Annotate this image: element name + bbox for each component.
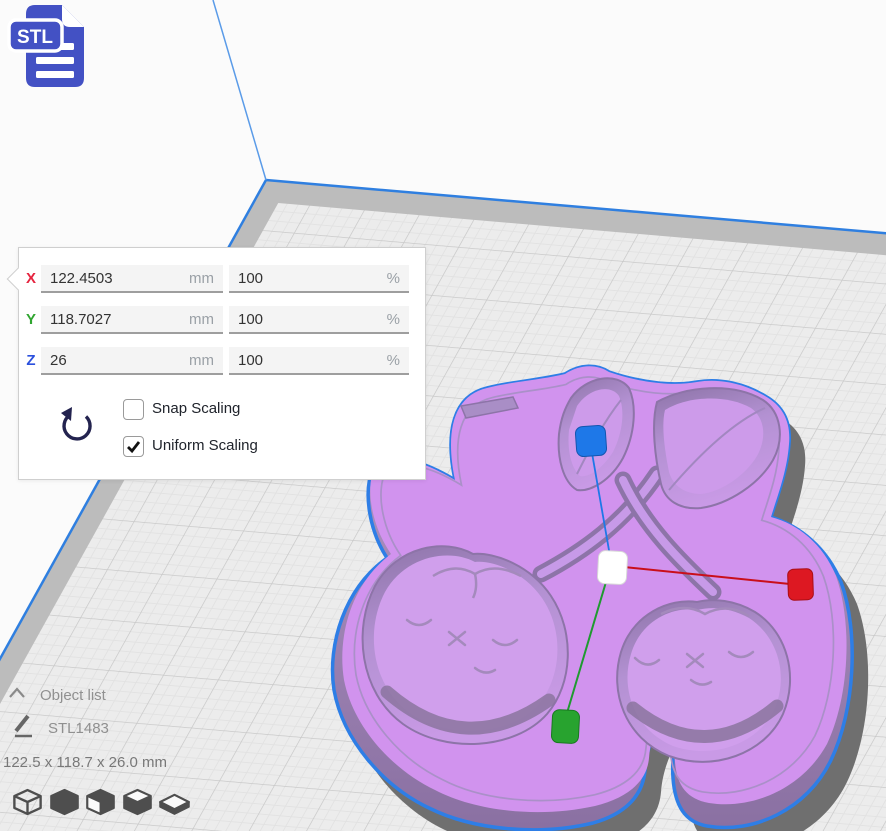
scale-handle-y[interactable]: [551, 709, 580, 743]
x-mm-unit: mm: [189, 270, 214, 287]
z-percent-field[interactable]: 100 %: [229, 347, 409, 375]
y-percent-unit: %: [387, 311, 400, 328]
z-mm-value: 26: [50, 352, 67, 369]
reset-scale-button[interactable]: [59, 406, 95, 448]
scale-tool-panel: X 122.4503 mm 100 % Y 118.7027 mm 100 % …: [18, 247, 426, 480]
x-percent-value: 100: [238, 270, 263, 287]
view-front-open-button[interactable]: [85, 787, 116, 817]
reset-rotate-icon: [64, 415, 90, 439]
x-mm-value: 122.4503: [50, 270, 113, 287]
check-icon: [124, 437, 143, 456]
z-axis-label: Z: [23, 352, 39, 369]
view-solid-button[interactable]: [49, 787, 80, 817]
z-percent-unit: %: [387, 352, 400, 369]
x-mm-field[interactable]: 122.4503 mm: [41, 265, 223, 293]
scale-handle-center[interactable]: [597, 550, 628, 584]
folded-corner: [62, 5, 84, 27]
uniform-scaling-label: Uniform Scaling: [152, 437, 258, 454]
scale-handle-z[interactable]: [575, 425, 607, 457]
z-mm-field[interactable]: 26 mm: [41, 347, 223, 375]
right-cherry-cavity: [617, 600, 790, 762]
y-mm-field[interactable]: 118.7027 mm: [41, 306, 223, 334]
view-layers-button[interactable]: [159, 787, 190, 817]
y-percent-value: 100: [238, 311, 263, 328]
y-mm-value: 118.7027: [50, 311, 111, 328]
snap-scaling-label: Snap Scaling: [152, 400, 240, 417]
object-list-item[interactable]: STL1483: [48, 720, 109, 737]
snap-scaling-checkbox[interactable]: [123, 399, 144, 420]
chevron-up-icon[interactable]: [8, 686, 26, 700]
x-axis-label: X: [23, 270, 39, 287]
pencil-icon: [12, 712, 36, 740]
model-dimensions: 122.5 x 118.7 x 26.0 mm: [3, 754, 167, 771]
x-percent-field[interactable]: 100 %: [229, 265, 409, 293]
y-percent-field[interactable]: 100 %: [229, 306, 409, 334]
x-percent-unit: %: [387, 270, 400, 287]
view-top-open-button[interactable]: [122, 787, 153, 817]
scale-handle-x[interactable]: [787, 569, 813, 601]
uniform-scaling-checkbox[interactable]: [123, 436, 144, 457]
object-list-title[interactable]: Object list: [40, 687, 106, 704]
y-mm-unit: mm: [189, 311, 214, 328]
stl-badge-label: STL: [17, 27, 53, 48]
view-wireframe-button[interactable]: [12, 787, 43, 817]
stl-file-icon: STL: [6, 3, 94, 93]
z-mm-unit: mm: [189, 352, 214, 369]
z-percent-value: 100: [238, 352, 263, 369]
y-axis-label: Y: [23, 311, 39, 328]
